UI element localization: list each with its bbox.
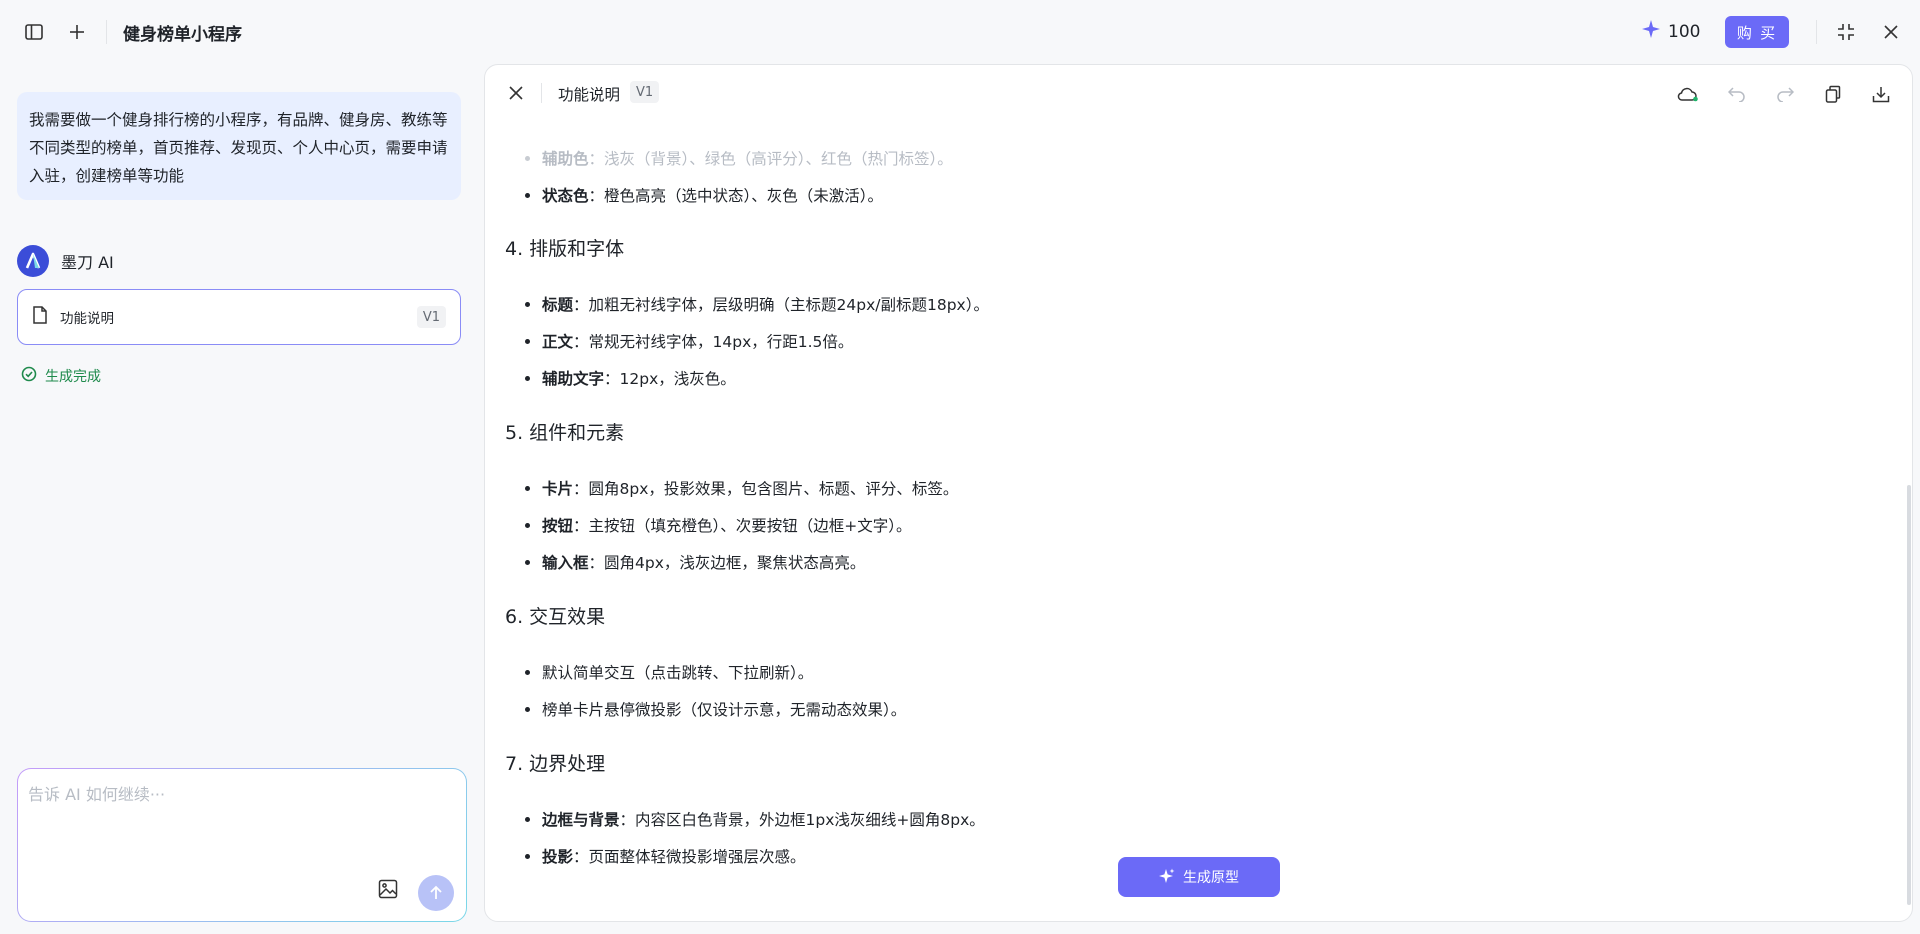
section-title: 5. 组件和元素: [505, 422, 625, 444]
collapse-icon[interactable]: [1836, 22, 1856, 42]
chat-input-box: [17, 768, 467, 922]
list-item: 辅助色 ：浅灰（背景）、绿色（高评分）、红色（热门标签）。: [525, 147, 953, 169]
generation-status: 生成完成: [21, 366, 101, 386]
sidebar-toggle-icon[interactable]: [24, 22, 44, 42]
list-item: 状态色 ：橙色高亮（选中状态）、灰色（未激活）。: [525, 184, 883, 206]
list-item: 按钮 ：主按钮（填充橙色）、次要按钮（边框+文字）。: [525, 514, 912, 536]
list-item: 卡片 ：圆角8px，投影效果，包含图片、标题、评分、标签。: [525, 477, 958, 499]
document-header: 功能说明 V1: [485, 65, 1912, 121]
document-scrollbar[interactable]: [1907, 485, 1911, 905]
document-icon: [32, 306, 48, 328]
user-message-bubble: 我需要做一个健身排行榜的小程序，有品牌、健身房、教练等不同类型的榜单，首页推荐、…: [17, 92, 461, 200]
chat-input[interactable]: [28, 781, 448, 861]
credits-count: 100: [1668, 21, 1701, 42]
sparkle-icon: [1159, 868, 1175, 887]
send-button[interactable]: [418, 875, 454, 911]
top-bar: 健身榜单小程序 100 购 买: [0, 0, 1920, 64]
download-icon[interactable]: [1870, 83, 1892, 105]
generate-prototype-button[interactable]: 生成原型: [1118, 857, 1280, 897]
check-circle-icon: [21, 366, 37, 386]
toolbar-divider: [1816, 20, 1817, 44]
version-badge: V1: [416, 306, 446, 328]
doc-card-label: 功能说明: [60, 311, 114, 327]
list-item: 标题 ：加粗无衬线字体，层级明确（主标题24px/副标题18px）。: [525, 293, 989, 315]
redo-icon[interactable]: [1774, 83, 1796, 105]
section-title: 6. 交互效果: [505, 606, 606, 628]
new-plus-icon[interactable]: [67, 22, 87, 42]
list-item: 边框与背景 ：内容区白色背景，外边框1px浅灰细线+圆角8px。: [525, 808, 985, 830]
list-item: 默认简单交互（点击跳转、下拉刷新）。: [525, 661, 813, 683]
app-title: 健身榜单小程序: [123, 25, 242, 45]
copy-icon[interactable]: [1822, 83, 1844, 105]
list-item: 输入框 ：圆角4px，浅灰边框，聚焦状态高亮。: [525, 551, 865, 573]
close-document-icon[interactable]: [507, 84, 525, 102]
document-panel: 功能说明 V1 辅助色 ：浅灰（背景）、绿色（高评分）、红色（热门标签）。 状态色…: [484, 64, 1913, 922]
status-text: 生成完成: [45, 369, 101, 385]
list-item: 正文 ：常规无衬线字体，14px，行距1.5倍。: [525, 330, 853, 352]
document-content: 辅助色 ：浅灰（背景）、绿色（高评分）、红色（热门标签）。 状态色 ：橙色高亮（选中…: [505, 123, 1885, 913]
doc-card-feature-spec[interactable]: 功能说明 V1: [17, 289, 461, 345]
close-icon[interactable]: [1881, 22, 1901, 42]
sparkle-icon: [1642, 20, 1660, 43]
header-divider: [541, 83, 542, 103]
ai-name: 墨刀 AI: [61, 253, 114, 272]
undo-icon[interactable]: [1726, 83, 1748, 105]
document-version-badge: V1: [630, 81, 660, 103]
document-title: 功能说明: [558, 86, 621, 104]
list-item: 榜单卡片悬停微投影（仅设计示意，无需动态效果）。: [525, 698, 906, 720]
section-title: 4. 排版和字体: [505, 238, 625, 260]
buy-button[interactable]: 购 买: [1725, 16, 1789, 48]
ai-avatar-icon: [17, 245, 49, 277]
cloud-sync-icon[interactable]: [1677, 83, 1699, 105]
list-item: 辅助文字 ：12px，浅灰色。: [525, 367, 736, 389]
section-title: 7. 边界处理: [505, 753, 606, 775]
toolbar-divider: [106, 20, 107, 44]
list-item: 投影 ：页面整体轻微投影增强层次感。: [525, 845, 806, 867]
ai-identity: 墨刀 AI: [17, 245, 114, 277]
credits-display: 100: [1642, 20, 1700, 43]
generate-prototype-label: 生成原型: [1183, 869, 1239, 885]
image-upload-icon[interactable]: [376, 877, 400, 901]
